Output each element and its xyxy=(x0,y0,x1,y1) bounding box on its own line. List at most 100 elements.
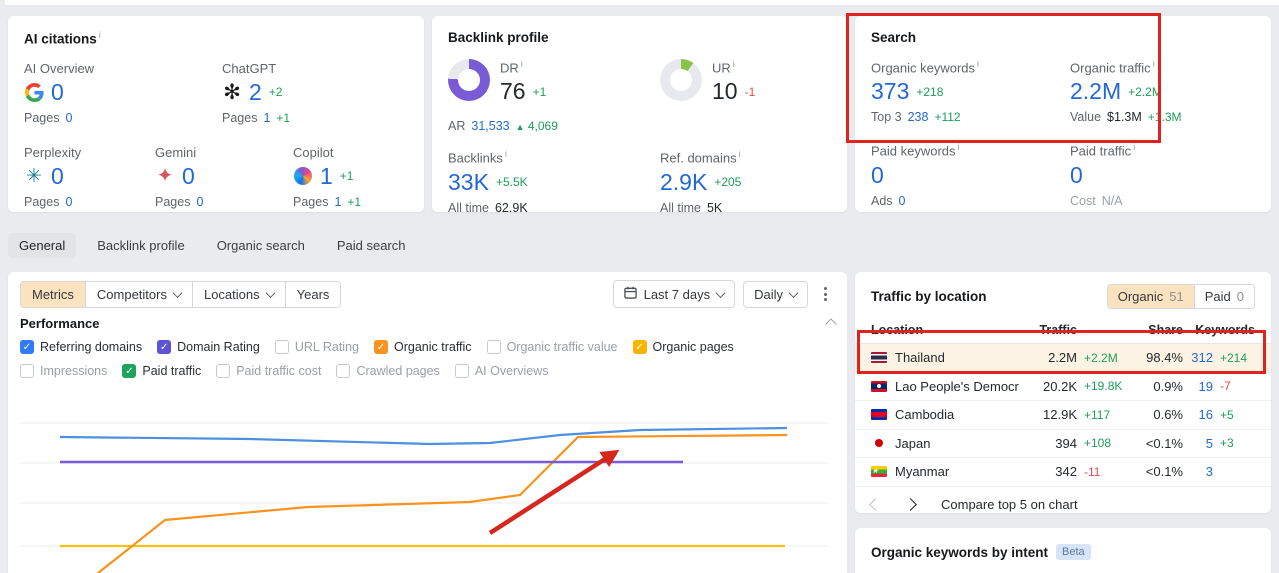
tab-backlink-profile[interactable]: Backlink profile xyxy=(86,233,195,258)
organic-traffic-value[interactable]: 2.2M xyxy=(1070,80,1121,103)
checkbox-paid-traffic[interactable]: ✓ Paid traffic xyxy=(122,364,201,378)
sub-label: Pages xyxy=(222,110,258,125)
keywords-value[interactable]: 312 xyxy=(1183,350,1213,365)
copilot-value[interactable]: 1 xyxy=(320,164,333,188)
ar-value[interactable]: 31,533 xyxy=(471,119,509,133)
table-row-la[interactable]: Lao People's Democratic Reput 20.2K +19.8K… xyxy=(855,373,1271,401)
info-icon[interactable]: i xyxy=(505,149,507,159)
keywords-value[interactable]: 19 xyxy=(1183,379,1213,394)
keywords-delta: -7 xyxy=(1220,379,1231,394)
metric-label: AI Overview xyxy=(24,60,95,76)
checkbox-label: Organic traffic value xyxy=(506,340,618,354)
column-location[interactable]: Location xyxy=(871,323,1019,337)
segment-years[interactable]: Years xyxy=(285,281,341,307)
checkbox-ai-overviews[interactable]: AI Overviews xyxy=(454,364,549,378)
backlinks-value[interactable]: 33K xyxy=(448,170,489,194)
tab-organic-search[interactable]: Organic search xyxy=(206,233,316,258)
table-row-th[interactable]: Thailand 2.2M +2.2M 98.4% 312 +214 xyxy=(855,344,1271,373)
table-row-kh[interactable]: Cambodia 12.9K +117 0.6% 16 +5 xyxy=(855,401,1271,430)
paid-keywords-value[interactable]: 0 xyxy=(871,163,884,187)
chatgpt-value[interactable]: 2 xyxy=(249,80,262,104)
collapse-chevron-icon[interactable] xyxy=(825,317,837,330)
date-range-button[interactable]: Last 7 days xyxy=(612,280,736,308)
traffic-value: 342 xyxy=(1055,464,1077,480)
info-icon[interactable]: i xyxy=(1153,59,1155,69)
info-icon[interactable]: i xyxy=(739,149,741,159)
performance-line-chart[interactable] xyxy=(8,395,847,573)
gemini-value[interactable]: 0 xyxy=(182,164,195,188)
sub-value[interactable]: 0 xyxy=(65,111,72,125)
chevron-down-icon xyxy=(265,287,276,298)
top3-value[interactable]: 238 xyxy=(908,110,929,124)
keywords-value[interactable]: 3 xyxy=(1183,464,1213,479)
sub-value[interactable]: 0 xyxy=(196,195,203,209)
checkbox-domain-rating[interactable]: ✓ Domain Rating xyxy=(157,340,260,354)
info-icon[interactable]: i xyxy=(977,59,979,69)
organic-keywords-value[interactable]: 373 xyxy=(871,80,909,103)
sub-value[interactable]: 0 xyxy=(65,195,72,209)
table-row-jp[interactable]: Japan 394 +108 <0.1% 5 +3 xyxy=(855,430,1271,458)
checkbox-label: URL Rating xyxy=(294,340,359,354)
metric-label: Perplexity xyxy=(24,144,82,160)
backlink-profile-title: Backlink profile xyxy=(448,30,549,45)
checkbox-organic-pages[interactable]: ✓ Organic pages xyxy=(632,340,734,354)
dashboard-screen: AI citations i AI Overview 0 Pages 0 ChatG… xyxy=(0,0,1279,573)
segment-competitors[interactable]: Competitors xyxy=(85,281,193,307)
checkbox-organic-traffic[interactable]: ✓ Organic traffic xyxy=(373,340,472,354)
info-icon[interactable]: i xyxy=(733,59,735,69)
checkbox-icon: ✓ xyxy=(373,340,388,354)
checkbox-impressions[interactable]: Impressions xyxy=(20,364,107,378)
ur-block: UR i 10 -1 xyxy=(660,59,831,133)
metric-label: Paid keywords i xyxy=(871,142,960,159)
paid-traffic-value[interactable]: 0 xyxy=(1070,163,1083,187)
kebab-menu-icon[interactable] xyxy=(816,283,835,305)
keywords-value[interactable]: 16 xyxy=(1183,407,1213,422)
traffic-by-location-card: Traffic by location Organic 51 Paid 0 Loca… xyxy=(855,272,1271,513)
metric-label: Organic traffic i xyxy=(1070,59,1155,76)
checkbox-organic-traffic-value[interactable]: Organic traffic value xyxy=(486,340,618,354)
location-cell: Thailand xyxy=(871,350,1019,365)
next-page-chevron-icon[interactable] xyxy=(904,498,917,511)
checkbox-label: Crawled pages xyxy=(356,364,440,378)
metric-label: Ref. domains i xyxy=(660,149,741,166)
column-keywords[interactable]: Keywords xyxy=(1183,323,1255,337)
dr-block: DR i 76 +1 AR 31,533 ▲ 4,069 xyxy=(448,59,660,133)
traffic-delta: +117 xyxy=(1084,407,1111,422)
info-icon[interactable]: i xyxy=(1133,142,1135,152)
metric-ai-overview: AI Overview 0 Pages 0 xyxy=(24,61,222,125)
keywords-value[interactable]: 5 xyxy=(1183,436,1213,451)
prev-page-chevron-icon[interactable] xyxy=(869,498,882,511)
sub-value[interactable]: 1 xyxy=(334,195,341,209)
checkbox-referring-domains[interactable]: ✓ Referring domains xyxy=(20,340,142,354)
organic-paid-toggle: Organic 51 Paid 0 xyxy=(1106,284,1255,309)
table-row-mm[interactable]: Myanmar 342 -11 <0.1%3 xyxy=(855,458,1271,487)
ur-label: UR i xyxy=(712,59,735,76)
column-share[interactable]: Share xyxy=(1129,323,1183,337)
tab-paid-search[interactable]: Paid search xyxy=(326,233,417,258)
sub-value[interactable]: 1 xyxy=(263,111,270,125)
search-title: Search xyxy=(871,30,917,45)
traffic-by-location-title: Traffic by location xyxy=(871,289,987,304)
segment-metrics[interactable]: Metrics xyxy=(21,281,86,307)
info-icon[interactable]: i xyxy=(521,59,523,69)
info-icon[interactable]: i xyxy=(958,142,960,152)
ref-domains-value[interactable]: 2.9K xyxy=(660,170,707,194)
perplexity-value[interactable]: 0 xyxy=(51,164,64,188)
column-traffic[interactable]: Traffic xyxy=(1019,323,1077,337)
checkbox-paid-traffic-cost[interactable]: Paid traffic cost xyxy=(216,364,321,378)
toggle-organic[interactable]: Organic 51 xyxy=(1107,285,1194,308)
segment-locations[interactable]: Locations xyxy=(192,281,286,307)
performance-chart-card: Metrics Competitors Locations Years Last… xyxy=(8,272,847,573)
checkbox-url-rating[interactable]: URL Rating xyxy=(274,340,359,354)
checkbox-crawled-pages[interactable]: Crawled pages xyxy=(336,364,440,378)
toggle-paid[interactable]: Paid 0 xyxy=(1193,285,1254,308)
metric-label: ChatGPT xyxy=(222,60,277,76)
tab-general[interactable]: General xyxy=(8,232,77,258)
ads-value[interactable]: 0 xyxy=(899,194,906,208)
info-icon[interactable]: i xyxy=(99,30,101,40)
traffic-value: 12.9K xyxy=(1043,407,1077,423)
checkbox-label: AI Overviews xyxy=(474,364,549,378)
granularity-button[interactable]: Daily xyxy=(743,280,808,308)
ai-overview-value[interactable]: 0 xyxy=(51,80,64,104)
compare-top5-link[interactable]: Compare top 5 on chart xyxy=(941,497,1078,512)
